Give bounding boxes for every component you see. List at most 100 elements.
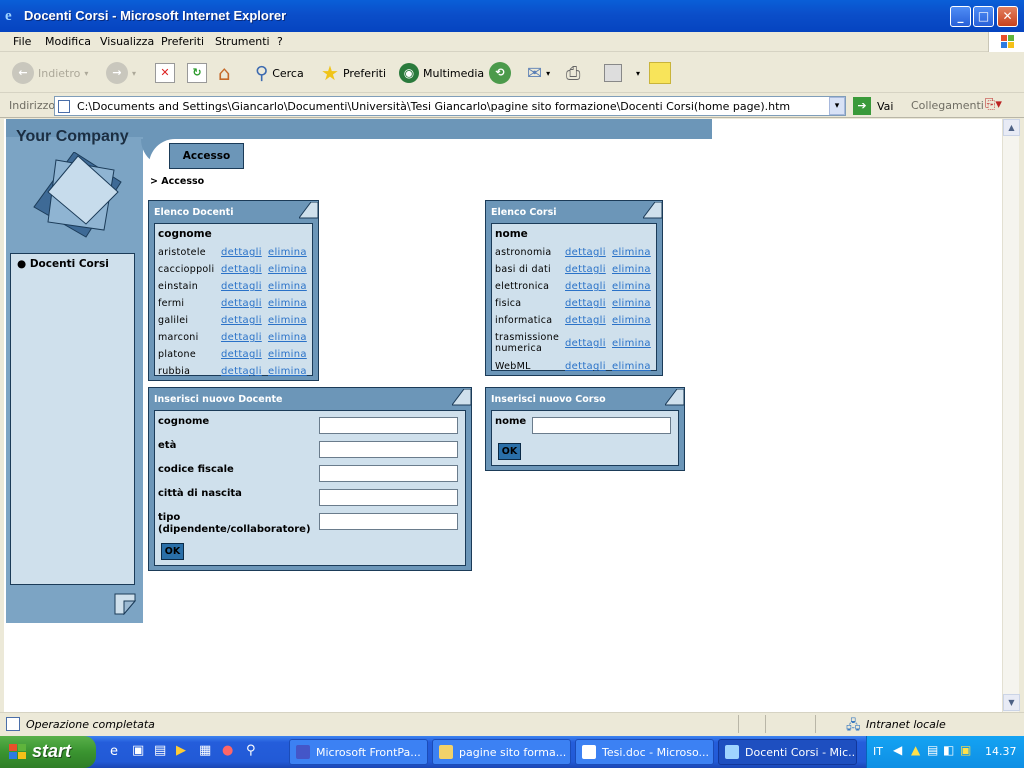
search-button[interactable]: ⚲ Cerca [255, 61, 304, 85]
eta-input[interactable] [319, 441, 458, 458]
corsi-row-name: trasmissione numerica [495, 332, 560, 354]
tab-accesso[interactable]: Accesso [169, 143, 244, 169]
go-button[interactable]: ➔ Vai [853, 97, 893, 115]
delete-link[interactable]: elimina [268, 332, 307, 343]
delete-link[interactable]: elimina [612, 338, 651, 349]
delete-link[interactable]: elimina [612, 298, 651, 309]
delete-link[interactable]: elimina [612, 264, 651, 275]
tray-icon[interactable]: ▣ [960, 743, 971, 757]
nav-item-docenti-corsi[interactable]: ● Docenti Corsi [17, 258, 109, 270]
delete-link[interactable]: elimina [268, 247, 307, 258]
search-icon[interactable]: ⚲ [246, 743, 256, 758]
minimize-button[interactable]: _ [950, 6, 971, 27]
details-link[interactable]: dettagli [565, 247, 606, 258]
edit-button[interactable]: ▾ [604, 61, 640, 85]
scroll-down-arrow-icon[interactable]: ▼ [1003, 694, 1020, 711]
history-button[interactable]: ⟲ [489, 61, 511, 85]
forward-arrow-icon: → [106, 62, 128, 84]
language-indicator[interactable]: IT [873, 745, 883, 758]
citta-nascita-input[interactable] [319, 489, 458, 506]
details-link[interactable]: dettagli [221, 332, 262, 343]
task-ie[interactable]: Docenti Corsi - Mic... [718, 739, 857, 765]
address-dropdown-button[interactable]: ▾ [829, 97, 845, 115]
acrobat-icon[interactable]: ⎘▾ [985, 97, 1002, 112]
details-link[interactable]: dettagli [565, 315, 606, 326]
details-link[interactable]: dettagli [221, 366, 262, 377]
details-link[interactable]: dettagli [221, 349, 262, 360]
delete-link[interactable]: elimina [268, 366, 307, 377]
details-link[interactable]: dettagli [221, 247, 262, 258]
tipo-input[interactable] [319, 513, 458, 530]
menu-modifica[interactable]: Modifica [45, 35, 91, 48]
task-frontpage[interactable]: Microsoft FrontPa... [289, 739, 428, 765]
start-button[interactable]: start [0, 736, 96, 768]
delete-link[interactable]: elimina [612, 281, 651, 292]
task-word[interactable]: Tesi.doc - Microso... [575, 739, 714, 765]
back-arrow-icon[interactable]: ◀ [893, 743, 902, 757]
tray-icon[interactable]: ▤ [927, 743, 938, 757]
details-link[interactable]: dettagli [221, 264, 262, 275]
delete-link[interactable]: elimina [268, 349, 307, 360]
details-link[interactable]: dettagli [221, 298, 262, 309]
refresh-button[interactable]: ↻ [187, 61, 207, 85]
quicklaunch-icon[interactable]: ● [222, 743, 233, 758]
vertical-scrollbar[interactable]: ▲ ▼ [1002, 119, 1020, 712]
delete-link[interactable]: elimina [612, 247, 651, 258]
menu-file[interactable]: File [13, 35, 31, 48]
menu-preferiti[interactable]: Preferiti [161, 35, 204, 48]
media-player-icon[interactable]: ▶ [176, 743, 186, 758]
cognome-input[interactable] [319, 417, 458, 434]
close-button[interactable]: ✕ [997, 6, 1018, 27]
field-label-nome: nome [495, 416, 527, 427]
docenti-row-name: platone [158, 349, 196, 360]
media-label: Multimedia [423, 66, 485, 80]
nome-input[interactable] [532, 417, 671, 434]
menu-help[interactable]: ? [277, 35, 283, 48]
scroll-up-arrow-icon[interactable]: ▲ [1003, 119, 1020, 136]
corsi-row-name: elettronica [495, 281, 550, 292]
details-link[interactable]: dettagli [565, 264, 606, 275]
favorites-button[interactable]: ★ Preferiti [321, 61, 386, 85]
stop-button[interactable]: ✕ [155, 61, 175, 85]
mail-button[interactable]: ✉ ▾ [527, 61, 550, 85]
forward-button[interactable]: → ▾ [106, 61, 136, 85]
corso-ok-button[interactable]: OK [498, 443, 521, 460]
delete-link[interactable]: elimina [268, 298, 307, 309]
star-icon: ★ [321, 61, 339, 85]
details-link[interactable]: dettagli [221, 315, 262, 326]
docenti-row-name: rubbia [158, 366, 191, 377]
delete-link[interactable]: elimina [268, 281, 307, 292]
corsi-list-panel: Elenco Corsi nome astronomia dettagli elim… [485, 200, 663, 376]
docenti-row-name: marconi [158, 332, 199, 343]
delete-link[interactable]: elimina [268, 315, 307, 326]
details-link[interactable]: dettagli [565, 281, 606, 292]
codice-fiscale-input[interactable] [319, 465, 458, 482]
details-link[interactable]: dettagli [565, 361, 606, 372]
discuss-button[interactable] [649, 61, 671, 85]
media-button[interactable]: ◉ Multimedia [399, 61, 484, 85]
new-corso-fold-icon [665, 389, 685, 406]
tray-icon[interactable]: ◧ [943, 743, 954, 757]
maximize-button[interactable]: □ [973, 6, 994, 27]
delete-link[interactable]: elimina [612, 315, 651, 326]
tray-icon[interactable]: ▲ [911, 743, 920, 757]
quicklaunch-icon[interactable]: ▣ [132, 743, 144, 758]
details-link[interactable]: dettagli [221, 281, 262, 292]
new-docente-fold-icon [452, 389, 472, 406]
links-label[interactable]: Collegamenti [911, 99, 984, 112]
quicklaunch-icon[interactable]: ▤ [154, 743, 166, 758]
delete-link[interactable]: elimina [612, 361, 651, 372]
docente-ok-button[interactable]: OK [161, 543, 184, 560]
details-link[interactable]: dettagli [565, 298, 606, 309]
home-button[interactable]: ⌂ [218, 61, 231, 85]
address-input[interactable]: C:\Documents and Settings\Giancarlo\Docu… [54, 96, 846, 116]
task-folder[interactable]: pagine sito forma... [432, 739, 571, 765]
menu-visualizza[interactable]: Visualizza [100, 35, 154, 48]
quicklaunch-icon[interactable]: ▦ [199, 743, 211, 758]
print-button[interactable]: ⎙ [566, 61, 580, 85]
back-button[interactable]: ← Indietro ▾ [12, 61, 88, 85]
delete-link[interactable]: elimina [268, 264, 307, 275]
quicklaunch-ie-icon[interactable]: e [110, 744, 118, 759]
menu-strumenti[interactable]: Strumenti [215, 35, 270, 48]
details-link[interactable]: dettagli [565, 338, 606, 349]
